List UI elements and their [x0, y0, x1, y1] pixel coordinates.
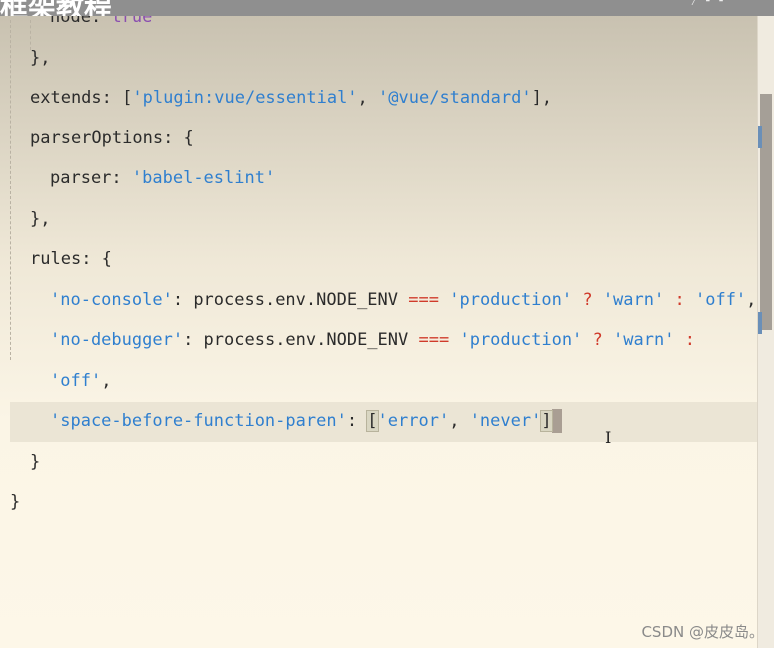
- code-line: },: [30, 48, 51, 68]
- video-overlay-bar: 框架教程 ⁄ ⁃ ⁃: [0, 0, 774, 16]
- text-cursor: [551, 409, 562, 433]
- code-line: 'off',: [50, 371, 112, 391]
- ibeam-cursor-icon: I: [605, 428, 612, 447]
- watermark: CSDN @皮皮岛。: [641, 623, 764, 641]
- code-line: },: [30, 209, 51, 229]
- code-line: parserOptions: {: [30, 128, 194, 148]
- code-line: rules: {: [30, 249, 112, 269]
- scroll-marker: [758, 312, 762, 334]
- code-line: }: [10, 492, 21, 512]
- indent-guide: [10, 20, 11, 360]
- scroll-marker: [758, 126, 762, 148]
- code-line: extends: ['plugin:vue/essential', '@vue/…: [30, 88, 553, 108]
- overlay-title: 框架教程: [0, 0, 112, 16]
- code-line: }: [30, 452, 41, 472]
- code-line: 'no-debugger': process.env.NODE_ENV === …: [50, 330, 695, 350]
- code-line: parser: 'babel-eslint': [50, 168, 276, 188]
- code-line-active: 'space-before-function-paren': ['error',…: [50, 401, 562, 441]
- vertical-scrollbar[interactable]: [757, 16, 774, 648]
- code-line: 'no-console': process.env.NODE_ENV === '…: [50, 290, 757, 310]
- window-controls-icon: ⁄ ⁃ ⁃: [690, 0, 724, 8]
